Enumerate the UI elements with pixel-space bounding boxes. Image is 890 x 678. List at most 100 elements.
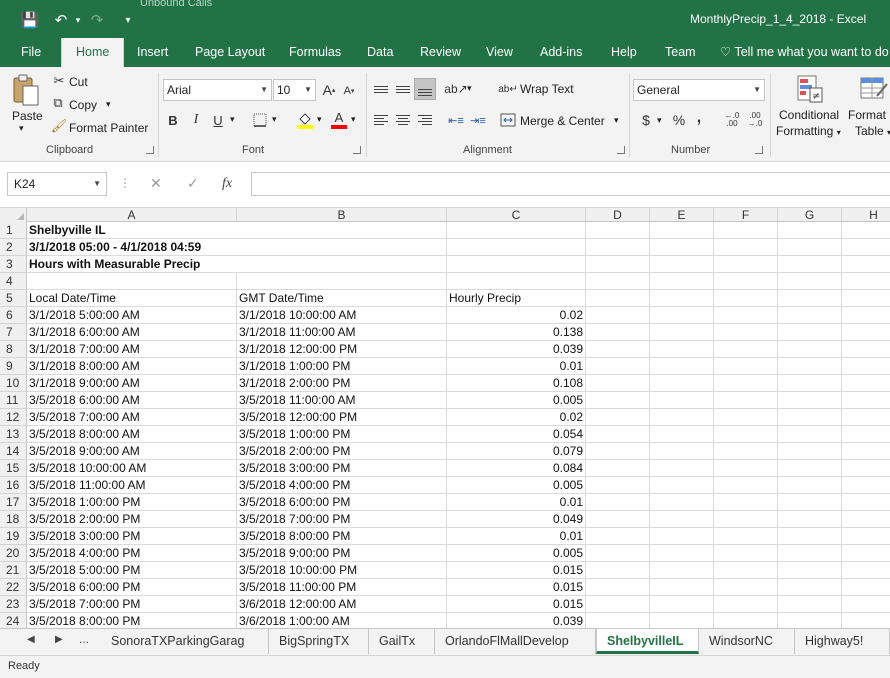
cell-e[interactable] <box>650 222 714 239</box>
cell-h[interactable] <box>842 494 890 511</box>
wrap-text-button[interactable]: Wrap Text <box>520 82 574 96</box>
cell-f[interactable] <box>714 426 778 443</box>
cell-c[interactable]: 0.049 <box>447 511 586 528</box>
cell-b[interactable]: 3/1/2018 11:00:00 AM <box>237 324 447 341</box>
tab-file[interactable]: File <box>21 38 41 67</box>
sheet-tab[interactable]: GailTx <box>369 629 435 654</box>
cell-d[interactable] <box>586 562 650 579</box>
cell-g[interactable] <box>778 392 842 409</box>
cell-e[interactable] <box>650 528 714 545</box>
customize-quick-access-icon[interactable]: ▾ <box>122 9 134 31</box>
orientation-dropdown-icon[interactable]: ▾ <box>467 83 472 94</box>
cell-g[interactable] <box>778 579 842 596</box>
row-header[interactable]: 4 <box>0 273 27 290</box>
cell-b[interactable]: 3/5/2018 12:00:00 PM <box>237 409 447 426</box>
conditional-formatting-icon[interactable]: ≠ <box>795 73 825 105</box>
cell-c[interactable]: 0.015 <box>447 562 586 579</box>
cell-c[interactable]: 0.005 <box>447 392 586 409</box>
cell-c[interactable]: 0.005 <box>447 545 586 562</box>
select-all-corner[interactable] <box>0 208 27 222</box>
cell-e[interactable] <box>650 460 714 477</box>
cell-a[interactable]: 3/5/2018 5:00:00 PM <box>27 562 237 579</box>
cell-h[interactable] <box>842 341 890 358</box>
cell-h[interactable] <box>842 579 890 596</box>
cell-a[interactable]: 3/5/2018 1:00:00 PM <box>27 494 237 511</box>
tab-view[interactable]: View <box>486 38 513 67</box>
cell-a[interactable]: 3/1/2018 5:00:00 AM <box>27 307 237 324</box>
row-header[interactable]: 14 <box>0 443 27 460</box>
borders-button[interactable] <box>250 111 270 129</box>
cell-b[interactable]: 3/5/2018 3:00:00 PM <box>237 460 447 477</box>
cell-h[interactable] <box>842 392 890 409</box>
cell-f[interactable] <box>714 392 778 409</box>
cell-e[interactable] <box>650 324 714 341</box>
cell-g[interactable] <box>778 409 842 426</box>
cell-b[interactable]: 3/5/2018 6:00:00 PM <box>237 494 447 511</box>
cell-f[interactable] <box>714 375 778 392</box>
cell-h[interactable] <box>842 545 890 562</box>
cell-d[interactable] <box>586 596 650 613</box>
font-size-select[interactable]: 10 ▼ <box>273 79 316 101</box>
row-header[interactable]: 5 <box>0 290 27 307</box>
cell-e[interactable] <box>650 358 714 375</box>
cell-g[interactable] <box>778 324 842 341</box>
cell-g[interactable] <box>778 307 842 324</box>
font-name-select[interactable]: Arial ▼ <box>163 79 272 101</box>
cell-c[interactable]: 0.005 <box>447 477 586 494</box>
cell-d[interactable] <box>586 392 650 409</box>
tab-review[interactable]: Review <box>420 38 461 67</box>
column-header-b[interactable]: B <box>237 208 447 222</box>
cell-e[interactable] <box>650 375 714 392</box>
cell-f[interactable] <box>714 562 778 579</box>
cell-d[interactable] <box>586 307 650 324</box>
cell-c[interactable]: 0.108 <box>447 375 586 392</box>
format-painter-icon[interactable]: 🖌 <box>51 118 68 133</box>
enter-icon[interactable]: ✓ <box>187 175 199 192</box>
underline-button[interactable]: U <box>210 110 226 130</box>
cell-a[interactable]: 3/1/2018 8:00:00 AM <box>27 358 237 375</box>
row-header[interactable]: 7 <box>0 324 27 341</box>
font-launcher-icon[interactable] <box>353 146 361 154</box>
cell-a[interactable]: 3/5/2018 9:00:00 AM <box>27 443 237 460</box>
cell-c[interactable]: 0.015 <box>447 579 586 596</box>
undo-dropdown-icon[interactable]: ▾ <box>72 9 84 31</box>
row-header[interactable]: 3 <box>0 256 27 273</box>
merge-dropdown-icon[interactable]: ▾ <box>614 115 619 126</box>
align-center-button[interactable] <box>394 111 412 129</box>
tab-data[interactable]: Data <box>367 38 393 67</box>
undo-icon[interactable]: ↶ <box>50 9 72 31</box>
sheet-tab[interactable]: WindsorNC <box>699 629 795 654</box>
cell-d[interactable] <box>586 222 650 239</box>
tab-help[interactable]: Help <box>611 38 637 67</box>
clipboard-launcher-icon[interactable] <box>146 146 154 154</box>
increase-indent-button[interactable]: ⇥≡ <box>468 111 488 129</box>
cell-c[interactable]: 0.01 <box>447 528 586 545</box>
paste-button[interactable]: Paste <box>12 109 43 123</box>
cell-c[interactable]: 0.01 <box>447 494 586 511</box>
cell-h[interactable] <box>842 596 890 613</box>
wrap-text-icon[interactable]: ab↵ <box>498 79 518 99</box>
row-header[interactable]: 13 <box>0 426 27 443</box>
cell-e[interactable] <box>650 290 714 307</box>
italic-button[interactable]: I <box>188 110 204 130</box>
middle-align-button[interactable] <box>394 80 412 98</box>
sheet-tab[interactable]: ShelbyvilleIL <box>596 629 699 654</box>
row-header[interactable]: 17 <box>0 494 27 511</box>
cell-f[interactable] <box>714 290 778 307</box>
cell-b[interactable] <box>237 222 447 239</box>
row-header[interactable]: 9 <box>0 358 27 375</box>
cell-c[interactable] <box>447 256 586 273</box>
cell-b[interactable]: 3/5/2018 8:00:00 PM <box>237 528 447 545</box>
cell-g[interactable] <box>778 477 842 494</box>
cell-a[interactable]: Hours with Measurable Precip <box>27 256 237 273</box>
cell-f[interactable] <box>714 579 778 596</box>
align-left-button[interactable] <box>372 111 390 129</box>
cell-h[interactable] <box>842 222 890 239</box>
cell-c[interactable]: 0.138 <box>447 324 586 341</box>
tab-page-layout[interactable]: Page Layout <box>195 38 265 67</box>
cell-d[interactable] <box>586 545 650 562</box>
row-header[interactable]: 22 <box>0 579 27 596</box>
sheet-next-icon[interactable]: ▶ <box>55 634 63 645</box>
cell-d[interactable] <box>586 613 650 628</box>
cell-g[interactable] <box>778 341 842 358</box>
